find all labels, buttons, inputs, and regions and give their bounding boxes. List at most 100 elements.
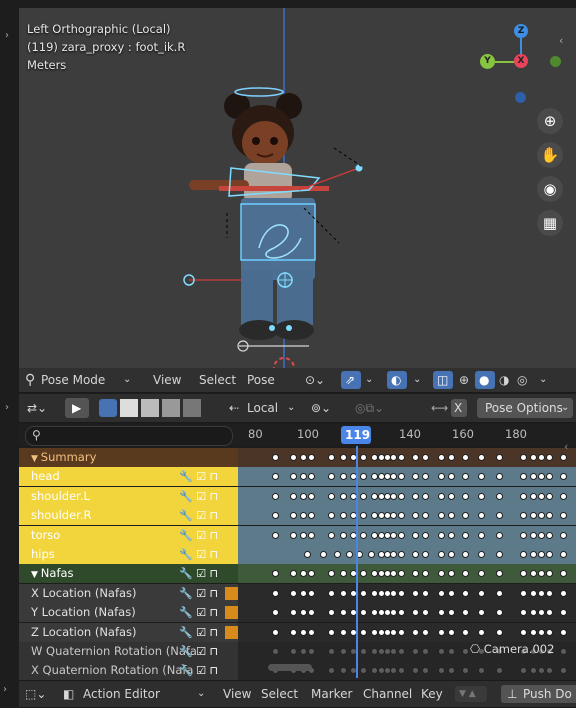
keyframe[interactable] [300, 531, 307, 539]
keyframe[interactable] [520, 609, 527, 617]
left-expand-icon[interactable]: › [3, 684, 7, 695]
keyframe[interactable] [422, 492, 429, 500]
keyframe[interactable] [290, 454, 297, 461]
keyframe[interactable] [390, 648, 397, 655]
keyframe[interactable] [340, 667, 347, 675]
keyframe[interactable] [272, 570, 279, 578]
keyframe[interactable] [371, 531, 378, 539]
keyframe[interactable] [340, 531, 347, 539]
channel-toggle-icons[interactable]: 🔧 ☑ ⊓ [179, 642, 218, 661]
channel-group-row[interactable]: ▼ Nafas 🔧 ☑ ⊓ [19, 564, 576, 584]
keyframe[interactable] [560, 667, 567, 675]
keyframe[interactable] [371, 648, 378, 655]
keyframe-track[interactable] [238, 622, 576, 642]
proportional-edit-icon[interactable]: ⊚⌄ [311, 394, 331, 422]
keyframe[interactable] [272, 648, 279, 655]
keyframe[interactable] [300, 589, 307, 597]
keyframe[interactable] [560, 512, 567, 520]
keyframe[interactable] [546, 551, 553, 558]
ortho-grid-icon[interactable]: ▦ [537, 210, 563, 236]
keyframe[interactable] [360, 492, 367, 500]
channel-header[interactable]: ▼ Summary [19, 448, 238, 467]
keyframe[interactable] [398, 609, 405, 617]
keyframe[interactable] [412, 551, 419, 558]
keyframe[interactable] [478, 570, 485, 578]
keyframe[interactable] [560, 531, 567, 539]
keyframe[interactable] [398, 648, 405, 655]
keyframe[interactable] [412, 570, 419, 578]
keyframe[interactable] [390, 628, 397, 636]
keyframe[interactable] [360, 609, 367, 617]
keyframe[interactable] [448, 454, 455, 461]
keyframe[interactable] [412, 454, 419, 461]
mode-dropdown[interactable]: Pose Mode [41, 368, 105, 392]
keyframe[interactable] [478, 454, 485, 461]
keyframe[interactable] [520, 551, 527, 558]
chevron-down-icon[interactable]: ⌄ [539, 368, 547, 392]
keyframe[interactable] [496, 551, 503, 558]
keyframe[interactable] [412, 648, 419, 655]
keyframe[interactable] [438, 473, 445, 481]
keyframe[interactable] [412, 473, 419, 481]
select-extend-icon[interactable] [120, 399, 138, 417]
keyframe[interactable] [328, 589, 335, 597]
keyframe[interactable] [340, 454, 347, 461]
keyframe[interactable] [496, 589, 503, 597]
zoom-icon[interactable]: ⊕ [537, 108, 563, 134]
keyframe[interactable] [360, 531, 367, 539]
keyframe-track[interactable] [238, 506, 576, 526]
keyframe[interactable] [448, 648, 455, 655]
channel-toggle-icons[interactable]: 🔧 ☑ ⊓ [179, 564, 218, 583]
snap-toggle[interactable]: ⇗ [341, 371, 361, 389]
transform-space-dropdown[interactable]: Local [247, 394, 278, 422]
collapse-arrow-icon[interactable]: ‹ [559, 34, 563, 47]
keyframe[interactable] [300, 512, 307, 520]
keyframe[interactable] [290, 570, 297, 578]
select-subtract-icon[interactable] [141, 399, 159, 417]
keyframe[interactable] [300, 609, 307, 617]
keyframe[interactable] [448, 609, 455, 617]
keyframe[interactable] [390, 492, 397, 500]
keyframe[interactable] [300, 570, 307, 578]
keyframe[interactable] [546, 609, 553, 617]
camera-marker[interactable]: ⎔ Camera.002 [470, 642, 554, 656]
channel-group-row[interactable]: head 🔧 ☑ ⊓ [19, 467, 576, 487]
gizmo-y-axis[interactable]: Y [480, 54, 495, 69]
channel-group-row[interactable]: hips 🔧 ☑ ⊓ [19, 545, 576, 564]
playhead-line[interactable] [356, 446, 358, 678]
keyframe[interactable] [308, 454, 315, 461]
keyframe[interactable] [422, 609, 429, 617]
keyframe[interactable] [438, 609, 445, 617]
channel-header[interactable]: shoulder.L 🔧 ☑ ⊓ [19, 486, 238, 506]
keyframe[interactable] [530, 512, 537, 520]
keyframe[interactable] [438, 667, 445, 675]
keyframe[interactable] [538, 570, 545, 578]
keyframe[interactable] [346, 551, 353, 558]
keyframe[interactable] [478, 531, 485, 539]
keyframe[interactable] [560, 454, 567, 461]
toolbar-expand-icon[interactable]: › [5, 30, 9, 41]
keyframe[interactable] [422, 531, 429, 539]
keyframe[interactable] [398, 570, 405, 578]
action-nav-buttons[interactable]: ▼ ▲ [455, 686, 487, 702]
keyframe[interactable] [422, 551, 429, 558]
fcurve-row[interactable]: Z Location (Nafas) 🔧 ☑ ⊓ [19, 622, 576, 642]
keyframe[interactable] [462, 551, 469, 558]
keyframe[interactable] [438, 648, 445, 655]
select-box-icon[interactable] [99, 399, 117, 417]
fcurve-row[interactable]: Y Location (Nafas) 🔧 ☑ ⊓ [19, 603, 576, 623]
keyframe[interactable] [538, 473, 545, 481]
keyframe[interactable] [371, 492, 378, 500]
pan-hand-icon[interactable]: ✋ [537, 142, 563, 168]
keyframe[interactable] [448, 512, 455, 520]
keyframe[interactable] [360, 454, 367, 461]
region-expand-icon[interactable]: › [5, 402, 9, 413]
rendered-shading-icon[interactable]: ◎ [517, 368, 527, 392]
keyframe[interactable] [390, 667, 397, 675]
keyframe[interactable] [290, 648, 297, 655]
keyframe[interactable] [520, 667, 527, 675]
keyframe[interactable] [320, 551, 327, 558]
keyframe[interactable] [308, 589, 315, 597]
channel-header[interactable]: Z Location (Nafas) 🔧 ☑ ⊓ [19, 622, 238, 642]
keyframe[interactable] [546, 628, 553, 636]
